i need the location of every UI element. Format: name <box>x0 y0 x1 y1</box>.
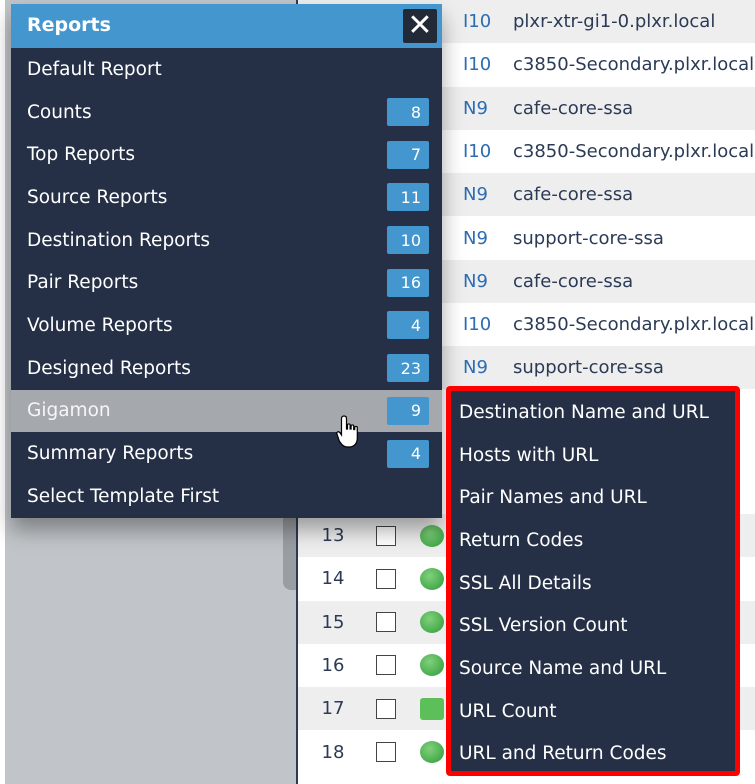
count-badge: 4 <box>387 311 429 340</box>
menu-item-label: Source Reports <box>27 186 168 208</box>
menu-item-select-template-first[interactable]: Select Template First <box>11 475 442 518</box>
gigamon-submenu: Destination Name and URL Hosts with URL Pa… <box>446 386 740 776</box>
device-host: c3850-Secondary.plxr.local <box>513 140 755 162</box>
menu-item-label: Default Report <box>27 58 162 80</box>
device-host: c3850-Secondary.plxr.local <box>513 314 755 336</box>
router-icon <box>420 567 444 590</box>
count-badge: 4 <box>387 439 429 468</box>
row-number: 15 <box>321 611 345 633</box>
row-number: 14 <box>321 568 345 590</box>
menu-item-destination-reports[interactable]: Destination Reports 10 <box>11 219 442 262</box>
device-type: I10 <box>463 140 492 162</box>
device-type: I10 <box>463 314 492 336</box>
menu-item-volume-reports[interactable]: Volume Reports 4 <box>11 304 442 347</box>
row-checkbox[interactable] <box>376 525 396 546</box>
menu-item-label: Gigamon <box>27 400 111 422</box>
count-badge: 9 <box>387 396 429 425</box>
row-number: 18 <box>321 741 345 763</box>
count-badge: 16 <box>387 268 429 297</box>
menu-item-label: Top Reports <box>27 144 136 166</box>
row-checkbox[interactable] <box>376 612 396 633</box>
router-icon <box>420 741 444 763</box>
device-host: support-core-ssa <box>513 227 664 249</box>
row-checkbox[interactable] <box>376 742 396 762</box>
device-host: cafe-core-ssa <box>513 184 634 206</box>
menu-item-designed-reports[interactable]: Designed Reports 23 <box>11 347 442 390</box>
menu-item-top-reports[interactable]: Top Reports 7 <box>11 133 442 176</box>
row-checkbox[interactable] <box>376 655 396 676</box>
count-badge: 8 <box>387 98 429 127</box>
menu-item-summary-reports[interactable]: Summary Reports 4 <box>11 432 442 475</box>
submenu-item-url-count[interactable]: URL Count <box>451 690 735 733</box>
device-host: cafe-core-ssa <box>513 97 634 119</box>
router-icon <box>420 611 444 634</box>
reports-menu: Reports ✕ Default Report Counts 8 Top Repor… <box>11 4 442 518</box>
menu-item-label: Designed Reports <box>27 357 191 379</box>
device-type: I10 <box>463 54 492 76</box>
monitor-icon <box>420 697 444 720</box>
reports-menu-title: Reports <box>27 14 111 36</box>
device-host: cafe-core-ssa <box>513 270 634 292</box>
menu-item-label: Counts <box>27 101 92 123</box>
device-type: N9 <box>463 270 488 292</box>
submenu-item-pair-names-and-url[interactable]: Pair Names and URL <box>451 476 735 519</box>
submenu-item-url-and-return-codes[interactable]: URL and Return Codes <box>451 733 735 776</box>
router-icon <box>420 524 444 547</box>
hand-cursor-icon <box>336 415 358 448</box>
submenu-item-destination-name-and-url[interactable]: Destination Name and URL <box>451 391 735 434</box>
count-badge: 11 <box>387 183 429 212</box>
menu-item-label: Pair Reports <box>27 272 139 294</box>
close-button[interactable]: ✕ <box>403 9 437 43</box>
submenu-item-hosts-with-url[interactable]: Hosts with URL <box>451 434 735 477</box>
count-badge: 23 <box>387 354 429 383</box>
device-type: N9 <box>463 184 488 206</box>
row-number: 17 <box>321 698 345 720</box>
menu-item-source-reports[interactable]: Source Reports 11 <box>11 176 442 219</box>
menu-item-default-report[interactable]: Default Report <box>11 48 442 91</box>
row-checkbox[interactable] <box>376 698 396 719</box>
menu-item-label: Select Template First <box>27 485 220 507</box>
device-type: N9 <box>463 357 488 379</box>
device-type: N9 <box>463 97 488 119</box>
menu-item-label: Volume Reports <box>27 314 173 336</box>
reports-menu-header: Reports ✕ <box>11 4 442 48</box>
menu-item-gigamon[interactable]: Gigamon 9 <box>11 389 442 433</box>
device-host: support-core-ssa <box>513 357 664 379</box>
menu-item-label: Destination Reports <box>27 229 211 251</box>
router-icon <box>420 654 444 677</box>
close-icon: ✕ <box>407 8 433 43</box>
menu-item-label: Summary Reports <box>27 443 194 465</box>
row-number: 13 <box>321 525 345 546</box>
device-host: plxr-xtr-gi1-0.plxr.local <box>513 11 716 32</box>
submenu-item-ssl-all-details[interactable]: SSL All Details <box>451 562 735 605</box>
row-checkbox[interactable] <box>376 568 396 589</box>
count-badge: 10 <box>387 226 429 255</box>
submenu-item-return-codes[interactable]: Return Codes <box>451 519 735 562</box>
submenu-item-ssl-version-count[interactable]: SSL Version Count <box>451 604 735 647</box>
device-host: c3850-Secondary.plxr.local <box>513 54 755 76</box>
row-number: 16 <box>321 654 345 676</box>
count-badge: 7 <box>387 140 429 169</box>
submenu-item-source-name-and-url[interactable]: Source Name and URL <box>451 647 735 690</box>
device-type: I10 <box>463 11 492 32</box>
menu-item-pair-reports[interactable]: Pair Reports 16 <box>11 261 442 304</box>
menu-item-counts[interactable]: Counts 8 <box>11 91 442 134</box>
device-type: N9 <box>463 227 488 249</box>
